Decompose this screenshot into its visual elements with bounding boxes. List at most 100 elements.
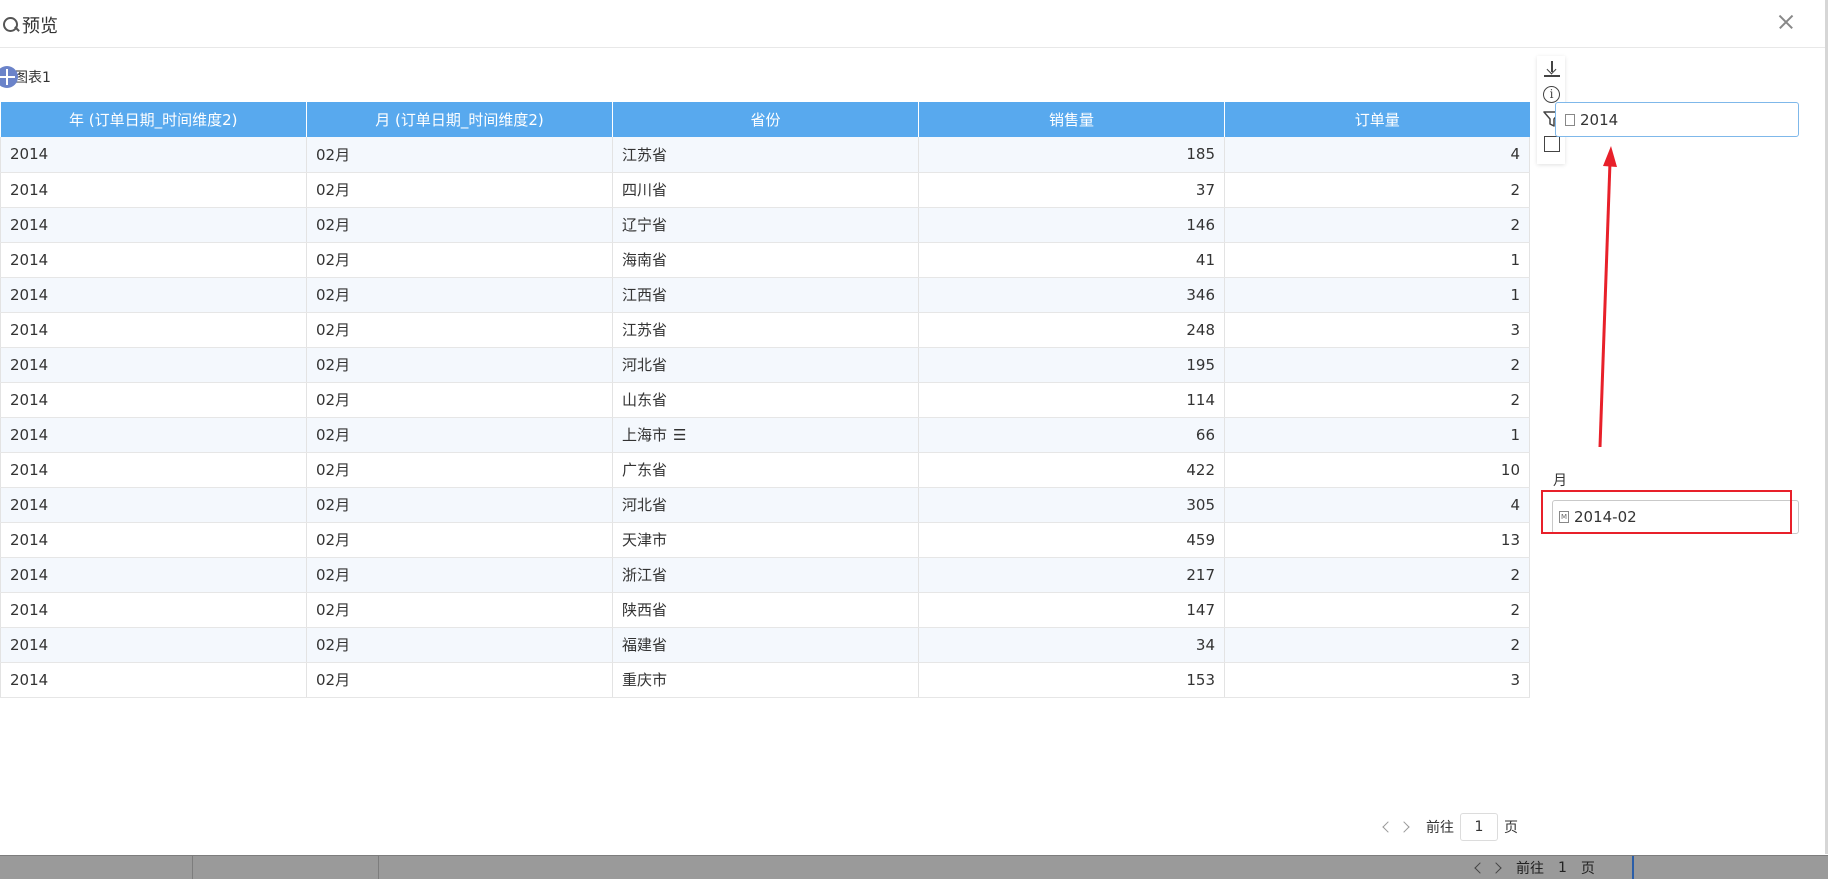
cell-text: 02月	[316, 601, 351, 619]
cell-text: 02月	[316, 181, 351, 199]
table-cell: 1	[1224, 417, 1530, 453]
cell-text: 147	[1186, 600, 1215, 619]
table-row[interactable]: 2014 02月 河北省 305 4	[0, 487, 1530, 523]
table-cell: 185	[918, 137, 1225, 173]
footer-divider	[1632, 856, 1634, 879]
cell-text: 66	[1195, 425, 1215, 444]
table-cell: 114	[918, 382, 1225, 418]
cell-text: 江苏省	[622, 145, 668, 164]
cell-text: 02月	[316, 321, 351, 339]
cell-text: 河北省	[622, 496, 668, 514]
table-cell: 02月	[306, 487, 613, 523]
table-cell: 4	[1224, 487, 1530, 523]
cell-text: 02月	[316, 636, 351, 654]
cell-text: 2014	[10, 145, 49, 164]
column-header[interactable]: 年 (订单日期_时间维度2)	[0, 102, 307, 137]
preview-dialog: 预览 图表1 年 (订单日期_时间维度2) 月 (订单日期_时间维度2) 省份 …	[0, 0, 1828, 854]
data-table: 年 (订单日期_时间维度2) 月 (订单日期_时间维度2) 省份 销售量 订单量…	[0, 102, 1530, 698]
table-cell: 02月	[306, 592, 613, 628]
table-row[interactable]: 2014 02月 浙江省 217 2	[0, 557, 1530, 593]
table-cell: 2014	[0, 172, 307, 208]
table-row[interactable]: 2014 02月 海南省 41 1	[0, 242, 1530, 278]
cell-text: 13	[1500, 530, 1520, 549]
goto-label: 前往	[1516, 861, 1544, 877]
cell-text: 2	[1510, 635, 1520, 654]
cell-text: 2	[1510, 180, 1520, 199]
table-cell: 3	[1224, 662, 1530, 698]
table-row[interactable]: 2014 02月 重庆市 153 3	[0, 662, 1530, 698]
cell-text: 4	[1510, 145, 1520, 164]
cell-text: 江苏省	[622, 321, 668, 339]
table-cell: 江苏省	[612, 312, 919, 348]
table-row[interactable]: 2014 02月 江西省 346 1	[0, 277, 1530, 313]
download-icon[interactable]	[1543, 60, 1561, 78]
table-cell: 195	[918, 347, 1225, 383]
table-row[interactable]: 2014 02月 山东省 114 2	[0, 382, 1530, 418]
table-cell: 1	[1224, 277, 1530, 313]
table-cell: 02月	[306, 347, 613, 383]
table-cell: 34	[918, 627, 1225, 663]
table-row[interactable]: 2014 02月 广东省 422 10	[0, 452, 1530, 488]
table-cell: 2014	[0, 522, 307, 558]
cell-text: 陕西省	[622, 601, 668, 619]
table-cell: 146	[918, 207, 1225, 243]
square-icon[interactable]	[1544, 136, 1560, 152]
close-icon[interactable]	[1774, 10, 1798, 34]
table-row[interactable]: 2014 02月 陕西省 147 2	[0, 592, 1530, 628]
column-header[interactable]: 销售量	[918, 102, 1225, 137]
cell-text: 辽宁省	[622, 216, 668, 234]
cell-text: 02月	[316, 145, 351, 164]
table-row[interactable]: 2014 02月 上海市 ☰ 66 1	[0, 417, 1530, 453]
menu-icon[interactable]: ☰	[673, 426, 686, 444]
cell-text: 2014	[10, 495, 49, 514]
table-row[interactable]: 2014 02月 江苏省 185 4	[0, 137, 1530, 173]
table-cell: 2	[1224, 557, 1530, 593]
cell-text: 2014	[10, 670, 49, 689]
cell-text: 114	[1186, 390, 1215, 409]
table-cell: 10	[1224, 452, 1530, 488]
table-cell: 13	[1224, 522, 1530, 558]
chevron-right-icon[interactable]	[1398, 819, 1414, 835]
table-cell: 江西省	[612, 277, 919, 313]
year-filter-input[interactable]: 2014	[1555, 102, 1799, 137]
table-cell: 2014	[0, 277, 307, 313]
cell-text: 天津市	[622, 531, 668, 549]
dialog-header: 预览	[0, 0, 1828, 48]
table-cell: 02月	[306, 662, 613, 698]
cell-text: 2014	[10, 530, 49, 549]
column-header[interactable]: 月 (订单日期_时间维度2)	[306, 102, 613, 137]
chevron-left-icon[interactable]	[1378, 819, 1394, 835]
table-cell: 02月	[306, 242, 613, 278]
table-cell: 02月	[306, 382, 613, 418]
cell-text: 浙江省	[622, 566, 668, 584]
cell-text: 四川省	[622, 181, 668, 199]
cell-text: 02月	[316, 496, 351, 514]
table-cell: 重庆市	[612, 662, 919, 698]
background-pagination: 前往 1 页	[1470, 856, 1595, 879]
cell-text: 2	[1510, 355, 1520, 374]
info-icon[interactable]: i	[1543, 86, 1560, 103]
table-cell: 2	[1224, 347, 1530, 383]
table-cell: 江苏省	[612, 137, 919, 173]
table-cell: 2014	[0, 207, 307, 243]
table-row[interactable]: 2014 02月 天津市 459 13	[0, 522, 1530, 558]
cell-text: 2014	[10, 600, 49, 619]
table-row[interactable]: 2014 02月 河北省 195 2	[0, 347, 1530, 383]
cell-text: 海南省	[622, 251, 668, 269]
column-header[interactable]: 订单量	[1224, 102, 1530, 137]
cell-text: 146	[1186, 215, 1215, 234]
column-header[interactable]: 省份	[612, 102, 919, 137]
red-arrow	[1598, 146, 1617, 448]
table-cell: 66	[918, 417, 1225, 453]
table-row[interactable]: 2014 02月 江苏省 248 3	[0, 312, 1530, 348]
table-cell: 河北省	[612, 487, 919, 523]
table-cell: 2	[1224, 172, 1530, 208]
table-header-row: 年 (订单日期_时间维度2) 月 (订单日期_时间维度2) 省份 销售量 订单量	[0, 102, 1530, 137]
cell-text: 山东省	[622, 391, 668, 409]
table-cell: 2014	[0, 417, 307, 453]
table-row[interactable]: 2014 02月 福建省 34 2	[0, 627, 1530, 663]
table-row[interactable]: 2014 02月 四川省 37 2	[0, 172, 1530, 208]
page-number-input[interactable]: 1	[1460, 813, 1498, 841]
table-row[interactable]: 2014 02月 辽宁省 146 2	[0, 207, 1530, 243]
table-cell: 河北省	[612, 347, 919, 383]
